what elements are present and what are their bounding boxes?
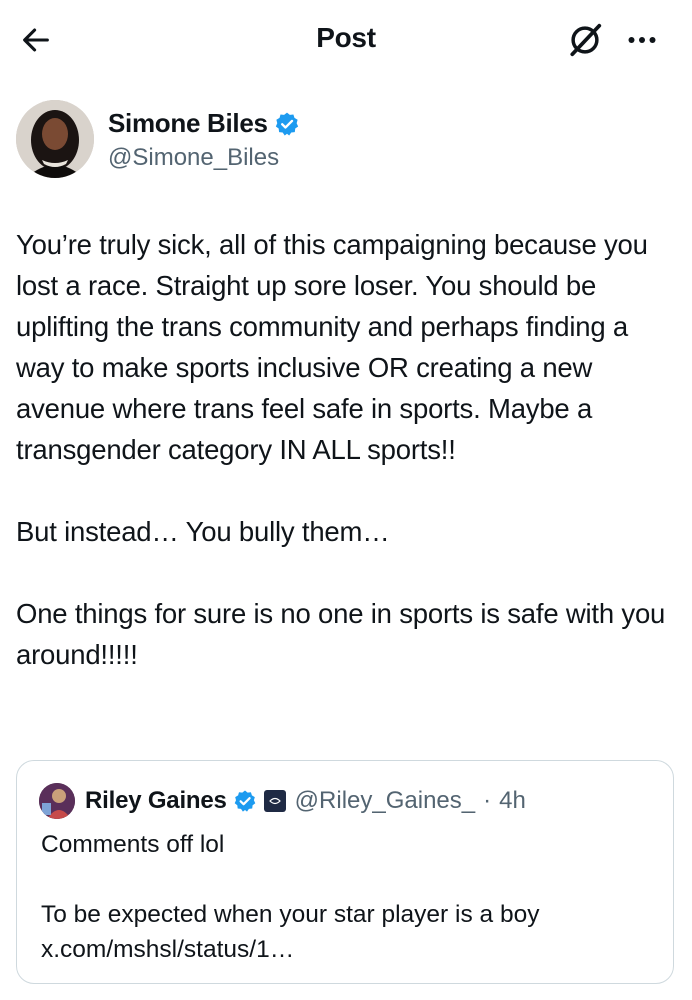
author-handle[interactable]: @Simone_Biles <box>108 144 279 172</box>
quoted-post-card[interactable]: Riley Gaines @Riley_Gaines_ · 4h Comment… <box>16 760 674 984</box>
avatar[interactable] <box>16 100 94 178</box>
quoted-post-header: Riley Gaines @Riley_Gaines_ · 4h <box>39 783 526 819</box>
quoted-author-handle: @Riley_Gaines_ <box>294 787 476 814</box>
post-paragraph: You’re truly sick, all of this campaigni… <box>16 229 648 465</box>
top-bar: Post <box>0 0 692 80</box>
post-timestamp: 4h <box>499 787 526 814</box>
post-author: Simone Biles @Simone_Biles <box>16 100 616 180</box>
quoted-post-text: Comments off lol To be expected when you… <box>41 827 651 967</box>
profile-photo-icon <box>16 100 94 178</box>
grok-icon <box>570 23 602 57</box>
affiliate-badge-icon <box>263 790 286 812</box>
author-name-row: Simone Biles <box>108 108 300 139</box>
profile-photo-icon <box>39 783 75 819</box>
author-name[interactable]: Simone Biles <box>108 108 268 139</box>
quoted-paragraph: Comments off lol <box>41 831 225 858</box>
quoted-author-name: Riley Gaines <box>85 787 227 814</box>
quoted-author-avatar <box>39 783 75 819</box>
grok-button[interactable] <box>563 18 607 62</box>
more-options-button[interactable] <box>620 18 664 62</box>
verified-badge-icon <box>234 790 255 812</box>
post-text: You’re truly sick, all of this campaigni… <box>16 224 676 675</box>
more-horizontal-icon <box>628 37 656 43</box>
post-paragraph: But instead… You bully them… <box>16 516 390 547</box>
quoted-paragraph: To be expected when your star player is … <box>41 901 540 963</box>
separator-dot: · <box>483 787 492 814</box>
verified-badge-icon <box>275 112 298 135</box>
post-paragraph: One things for sure is no one in sports … <box>16 598 666 670</box>
